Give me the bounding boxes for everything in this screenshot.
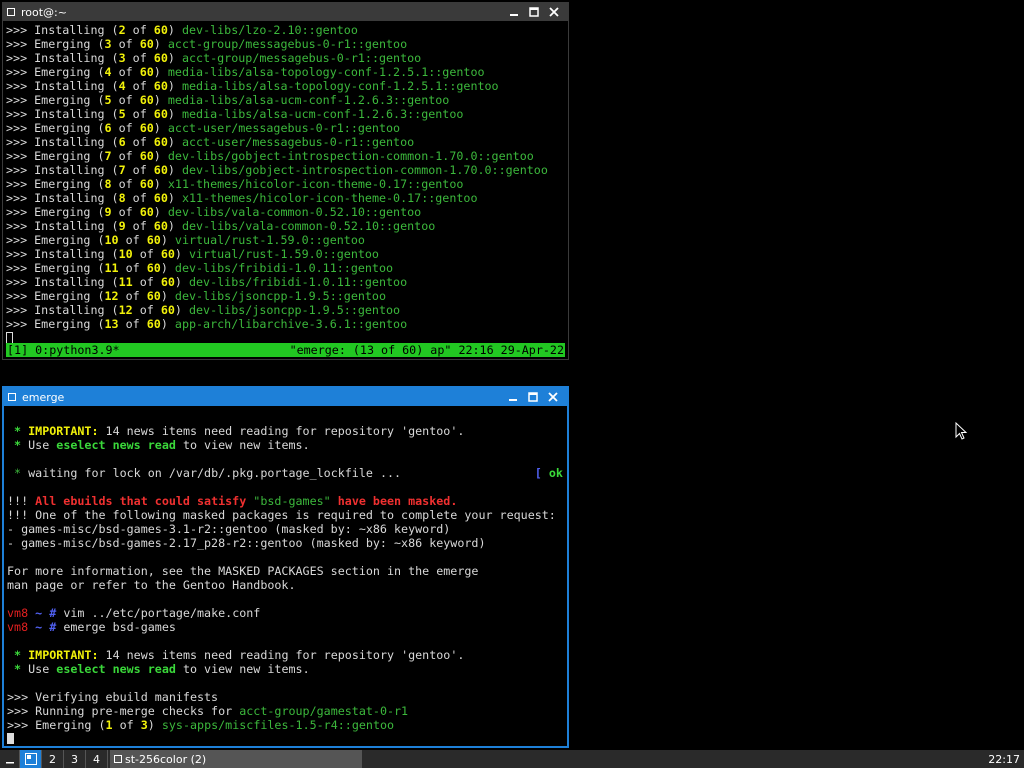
window-title: emerge	[22, 390, 65, 404]
minimize-icon	[509, 399, 517, 401]
terminal-line: For more information, see the MASKED PAC…	[7, 564, 479, 578]
terminal-output[interactable]: >>> Installing (2 of 60) dev-libs/lzo-2.…	[3, 21, 568, 343]
mouse-pointer-icon	[955, 422, 968, 440]
minimize-button[interactable]	[503, 389, 523, 405]
terminal-line: * Use eselect news read to view new item…	[7, 662, 310, 676]
close-button[interactable]	[543, 389, 563, 405]
terminal-line: >>> Emerging (7 of 60) dev-libs/gobject-…	[6, 149, 534, 163]
tmux-status-bar: [1] 0:python3.9* "emerge: (13 of 60) ap"…	[6, 343, 565, 357]
maximize-icon	[529, 7, 539, 17]
close-button[interactable]	[544, 4, 564, 20]
terminal-line: >>> Emerging (8 of 60) x11-themes/hicolo…	[6, 177, 464, 191]
terminal-line: >>> Installing (5 of 60) media-libs/alsa…	[6, 107, 464, 121]
terminal-line: * waiting for lock on /var/db/.pkg.porta…	[7, 466, 563, 480]
terminal-line: >>> Emerging (12 of 60) dev-libs/jsoncpp…	[6, 289, 387, 303]
workspace-3-button[interactable]: 3	[64, 750, 86, 768]
terminal-line: - games-misc/bsd-games-2.17_p28-r2::gent…	[7, 536, 486, 550]
terminal-line: >>> Installing (8 of 60) x11-themes/hico…	[6, 191, 478, 205]
maximize-button[interactable]	[523, 389, 543, 405]
terminal-line: >>> Emerging (5 of 60) media-libs/alsa-u…	[6, 93, 450, 107]
minimize-icon	[510, 14, 518, 16]
terminal-line: >>> Installing (10 of 60) virtual/rust-1…	[6, 247, 379, 261]
terminal-window-root[interactable]: root@:~ >>> Installing (2 of 60) dev-lib…	[2, 2, 569, 360]
terminal-line: >>> Installing (3 of 60) acct-group/mess…	[6, 51, 422, 65]
task-label: st-256color (2)	[125, 752, 207, 766]
window-titlebar[interactable]: root@:~	[3, 3, 568, 21]
terminal-line: >>> Emerging (6 of 60) acct-user/message…	[6, 121, 401, 135]
terminal-line: >>> Installing (2 of 60) dev-libs/lzo-2.…	[6, 23, 358, 37]
terminal-line: * IMPORTANT: 14 news items need reading …	[7, 424, 465, 438]
terminal-line: >>> Installing (12 of 60) dev-libs/jsonc…	[6, 303, 401, 317]
terminal-line: >>> Running pre-merge checks for acct-gr…	[7, 704, 409, 718]
terminal-line: !!! One of the following masked packages…	[7, 508, 556, 522]
terminal-line: !!! All ebuilds that could satisfy "bsd-…	[7, 494, 458, 508]
terminal-line: man page or refer to the Gentoo Handbook…	[7, 578, 296, 592]
taskbar: 2 3 4 st-256color (2) 22:17	[0, 750, 1024, 768]
menu-icon	[5, 762, 14, 764]
terminal-line: vm8 ~ # emerge bsd-games	[7, 620, 176, 634]
terminal-line: >>> Installing (6 of 60) acct-user/messa…	[6, 135, 415, 149]
maximize-icon	[528, 392, 538, 402]
window-menu-icon[interactable]	[7, 8, 15, 16]
workspace-4-button[interactable]: 4	[86, 750, 108, 768]
terminal-line: >>> Emerging (1 of 3) sys-apps/miscfiles…	[7, 718, 395, 732]
terminal-line: >>> Emerging (9 of 60) dev-libs/vala-com…	[6, 205, 422, 219]
terminal-line: >>> Installing (11 of 60) dev-libs/fribi…	[6, 275, 408, 289]
terminal-line: >>> Emerging (13 of 60) app-arch/libarch…	[6, 317, 408, 331]
terminal-line: * IMPORTANT: 14 news items need reading …	[7, 648, 465, 662]
clock: 22:17	[988, 752, 1020, 766]
window-icon	[114, 755, 122, 763]
text-cursor	[7, 733, 14, 744]
terminal-line: >>> Emerging (10 of 60) virtual/rust-1.5…	[6, 233, 365, 247]
window-menu-icon[interactable]	[8, 393, 16, 401]
terminal-line: >>> Installing (7 of 60) dev-libs/gobjec…	[6, 163, 548, 177]
terminal-line: vm8 ~ # vim ../etc/portage/make.conf	[7, 606, 261, 620]
terminal-line: >>> Emerging (11 of 60) dev-libs/fribidi…	[6, 261, 394, 275]
terminal-line: >>> Installing (4 of 60) media-libs/alsa…	[6, 79, 499, 93]
taskbar-task-st-256color[interactable]: st-256color (2)	[110, 750, 362, 768]
desktop-menu-button[interactable]	[0, 750, 20, 768]
terminal-line: >>> Emerging (3 of 60) acct-group/messag…	[6, 37, 408, 51]
terminal-window-emerge[interactable]: emerge * IMPORTANT: 14 news items need r…	[2, 386, 569, 748]
status-right: "emerge: (13 of 60) ap" 22:16 29-Apr-22	[289, 343, 564, 357]
workspace-grid-icon	[24, 753, 37, 765]
terminal-line: >>> Verifying ebuild manifests	[7, 690, 219, 704]
workspace-1-button[interactable]	[20, 750, 42, 768]
terminal-line: - games-misc/bsd-games-3.1-r2::gentoo (m…	[7, 522, 451, 536]
terminal-line: >>> Emerging (4 of 60) media-libs/alsa-t…	[6, 65, 485, 79]
window-titlebar[interactable]: emerge	[4, 388, 567, 406]
workspace-2-button[interactable]: 2	[42, 750, 64, 768]
status-left: [1] 0:python3.9*	[7, 343, 120, 357]
minimize-button[interactable]	[504, 4, 524, 20]
window-title: root@:~	[21, 5, 67, 19]
close-icon	[548, 392, 558, 402]
close-icon	[549, 7, 559, 17]
terminal-line: * Use eselect news read to view new item…	[7, 438, 310, 452]
terminal-output[interactable]: * IMPORTANT: 14 news items need reading …	[4, 406, 567, 744]
text-cursor	[6, 332, 13, 343]
maximize-button[interactable]	[524, 4, 544, 20]
terminal-line: >>> Installing (9 of 60) dev-libs/vala-c…	[6, 219, 436, 233]
